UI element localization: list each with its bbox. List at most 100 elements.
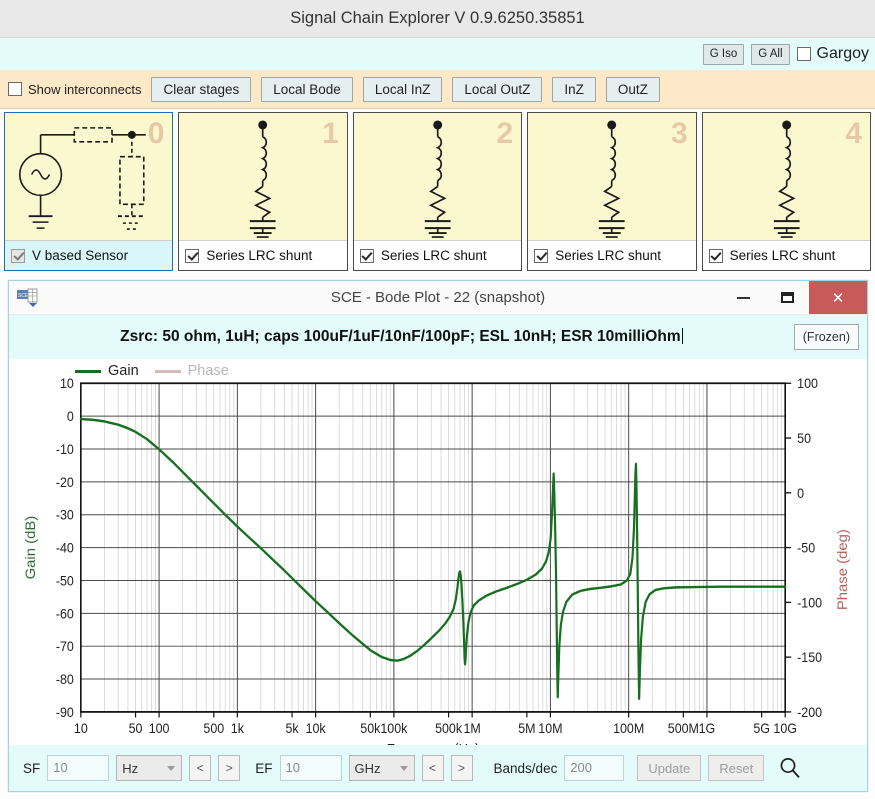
minimize-icon — [736, 296, 750, 299]
svg-text:50: 50 — [797, 430, 811, 446]
stage-footer-3: Series LRC shunt — [528, 240, 696, 270]
ef-unit-value: GHz — [354, 760, 381, 776]
outz-button[interactable]: OutZ — [605, 76, 660, 102]
stage-card-3[interactable]: 3 Series LRC shunt — [527, 112, 697, 271]
svg-text:500M: 500M — [668, 720, 699, 736]
series-lrc-shunt-icon — [773, 120, 800, 238]
sf-decrement-button[interactable]: < — [189, 755, 212, 781]
sf-input[interactable]: 10 — [47, 755, 110, 781]
frozen-button[interactable]: (Frozen) — [793, 324, 859, 350]
bode-plot-window: SCE SCE - Bode Plot - 22 (snapshot) ✕ Zs… — [8, 280, 868, 792]
stage-enable-checkbox-1[interactable] — [185, 248, 200, 263]
series-lrc-shunt-icon — [250, 120, 277, 238]
svg-text:Frequency (Hz): Frequency (Hz) — [387, 741, 480, 745]
bode-controls-bar: SF 10 Hz < > EF 10 GHz < > Bands/dec 200… — [9, 745, 867, 791]
global-toolbar: G Iso G All Gargoy — [0, 38, 875, 70]
stage-footer-4: Series LRC shunt — [702, 240, 871, 270]
svg-text:10M: 10M — [538, 720, 562, 736]
svg-text:-200: -200 — [797, 704, 822, 720]
app-titlebar: Signal Chain Explorer V 0.9.6250.35851 — [0, 0, 875, 38]
svg-text:0: 0 — [67, 409, 74, 425]
svg-text:SCE: SCE — [18, 293, 29, 299]
update-button[interactable]: Update — [637, 755, 702, 781]
clear-stages-button[interactable]: Clear stages — [151, 76, 252, 102]
stage-schematic-1: 1 — [179, 113, 346, 240]
bands-per-decade-input[interactable]: 200 — [564, 755, 625, 781]
svg-text:-150: -150 — [797, 650, 822, 666]
sf-increment-button[interactable]: > — [218, 755, 241, 781]
stage-card-1[interactable]: 1 Series LRC shunt — [178, 112, 348, 271]
show-interconnects-label: Show interconnects — [28, 81, 142, 97]
svg-text:-90: -90 — [56, 704, 74, 720]
stage-card-strip: 0V based Sensor 1 Series LRC shunt 2 Ser… — [0, 109, 875, 271]
chevron-down-icon — [399, 766, 408, 771]
show-interconnects-checkbox[interactable]: Show interconnects — [8, 82, 141, 97]
maximize-icon — [780, 292, 794, 303]
maximize-button[interactable] — [765, 281, 809, 314]
app-title: Signal Chain Explorer V 0.9.6250.35851 — [290, 9, 585, 27]
stage-enable-checkbox-2[interactable] — [359, 248, 374, 263]
svg-text:5G: 5G — [753, 720, 770, 736]
local-inz-button[interactable]: Local InZ — [362, 76, 443, 102]
ef-label: EF — [255, 760, 273, 776]
series-lrc-shunt-icon — [599, 120, 625, 238]
stage-schematic-3: 3 — [528, 113, 695, 240]
svg-text:-80: -80 — [56, 671, 74, 687]
svg-text:-70: -70 — [56, 639, 74, 655]
svg-text:1G: 1G — [699, 720, 716, 736]
g-all-button[interactable]: G All — [751, 43, 790, 65]
sf-label: SF — [23, 760, 41, 776]
local-outz-button[interactable]: Local OutZ — [452, 76, 543, 102]
ef-increment-button[interactable]: > — [450, 755, 473, 781]
svg-text:100M: 100M — [613, 720, 644, 736]
stage-footer-2: Series LRC shunt — [353, 240, 522, 270]
reset-button[interactable]: Reset — [708, 755, 765, 781]
stage-enable-checkbox-0[interactable] — [11, 248, 25, 263]
sce-app-icon: SCE — [17, 288, 38, 307]
svg-text:5k: 5k — [285, 720, 299, 736]
gargoyle-checkbox[interactable]: Gargoy — [796, 45, 869, 63]
gargoyle-checkbox-box[interactable] — [796, 47, 811, 61]
stage-label-3: Series LRC shunt — [555, 248, 662, 263]
bode-plot-area: Gain Phase 10 0 -10 -20 -30 -40 -50 -60 -70 -80 -9… — [9, 359, 867, 745]
svg-text:-40: -40 — [56, 540, 74, 556]
minimize-button[interactable] — [721, 281, 765, 314]
svg-text:0: 0 — [797, 485, 804, 501]
close-button[interactable]: ✕ — [809, 281, 867, 314]
gargoyle-label: Gargoy — [816, 45, 869, 62]
stage-enable-checkbox-3[interactable] — [534, 248, 549, 263]
window-controls: ✕ — [721, 281, 867, 314]
series-lrc-shunt-icon — [424, 120, 451, 238]
stage-schematic-2: 2 — [354, 113, 521, 240]
g-iso-button[interactable]: G Iso — [702, 43, 745, 65]
svg-text:50k: 50k — [360, 720, 380, 736]
stage-enable-checkbox-4[interactable] — [708, 248, 723, 263]
svg-text:500: 500 — [203, 720, 224, 736]
stage-label-0: V based Sensor — [32, 248, 129, 263]
sf-unit-select[interactable]: Hz — [116, 755, 183, 781]
svg-text:-50: -50 — [797, 540, 815, 556]
local-bode-button[interactable]: Local Bode — [261, 76, 353, 102]
inz-button[interactable]: InZ — [552, 76, 596, 102]
svg-text:10k: 10k — [306, 720, 326, 736]
stage-schematic-4: 4 — [703, 113, 870, 240]
stage-card-4[interactable]: 4 Series LRC shunt — [701, 112, 872, 271]
svg-text:Phase (deg): Phase (deg) — [836, 529, 851, 610]
stage-toolbar: Show interconnects Clear stages Local Bo… — [0, 70, 875, 109]
show-interconnects-checkbox-box[interactable] — [8, 82, 22, 96]
bode-window-titlebar[interactable]: SCE SCE - Bode Plot - 22 (snapshot) ✕ — [9, 281, 867, 315]
svg-text:1k: 1k — [231, 720, 245, 736]
ef-decrement-button[interactable]: < — [421, 755, 444, 781]
svg-text:5M: 5M — [518, 720, 535, 736]
ef-unit-select[interactable]: GHz — [348, 755, 415, 781]
search-icon[interactable] — [777, 755, 803, 781]
svg-text:-60: -60 — [56, 606, 74, 622]
bode-caption-field[interactable]: Zsrc: 50 ohm, 1uH; caps 100uF/1uF/10nF/1… — [17, 328, 786, 346]
stage-card-2[interactable]: 2 Series LRC shunt — [352, 112, 523, 271]
stage-card-0[interactable]: 0 V based Sensor — [4, 112, 174, 271]
sf-unit-value: Hz — [122, 760, 139, 776]
stage-label-1: Series LRC shunt — [206, 248, 313, 263]
stage-footer-1: Series LRC shunt — [179, 240, 347, 270]
chevron-down-icon — [167, 766, 176, 771]
ef-input[interactable]: 10 — [279, 755, 342, 781]
